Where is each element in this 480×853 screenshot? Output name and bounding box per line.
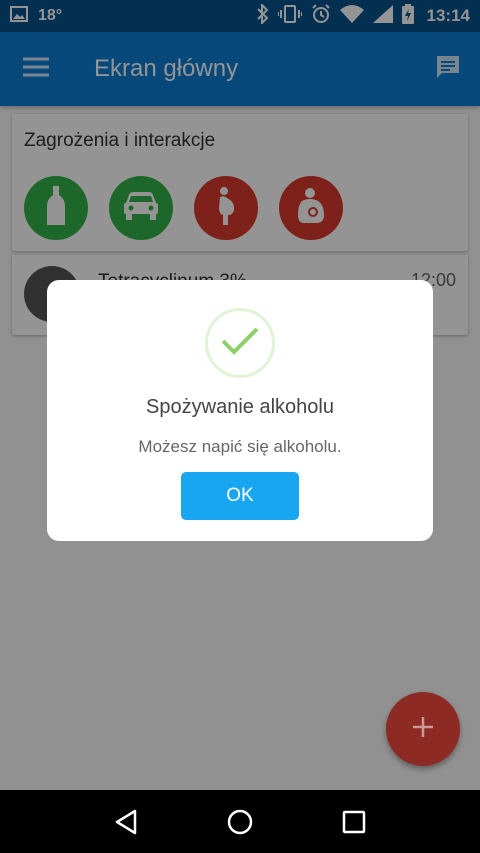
ok-button[interactable]: OK [181, 472, 299, 520]
check-icon [220, 326, 260, 361]
dialog-message: Możesz napić się alkoholu. [138, 437, 342, 456]
navigation-bar [0, 790, 480, 853]
success-indicator [205, 308, 275, 378]
recents-icon[interactable] [342, 810, 366, 834]
home-icon[interactable] [227, 809, 253, 835]
add-button[interactable] [386, 692, 460, 766]
back-icon[interactable] [114, 809, 138, 835]
plus-icon [412, 716, 434, 743]
alert-dialog: Spożywanie alkoholu Możesz napić się alk… [47, 280, 433, 541]
dialog-title: Spożywanie alkoholu [146, 396, 334, 418]
